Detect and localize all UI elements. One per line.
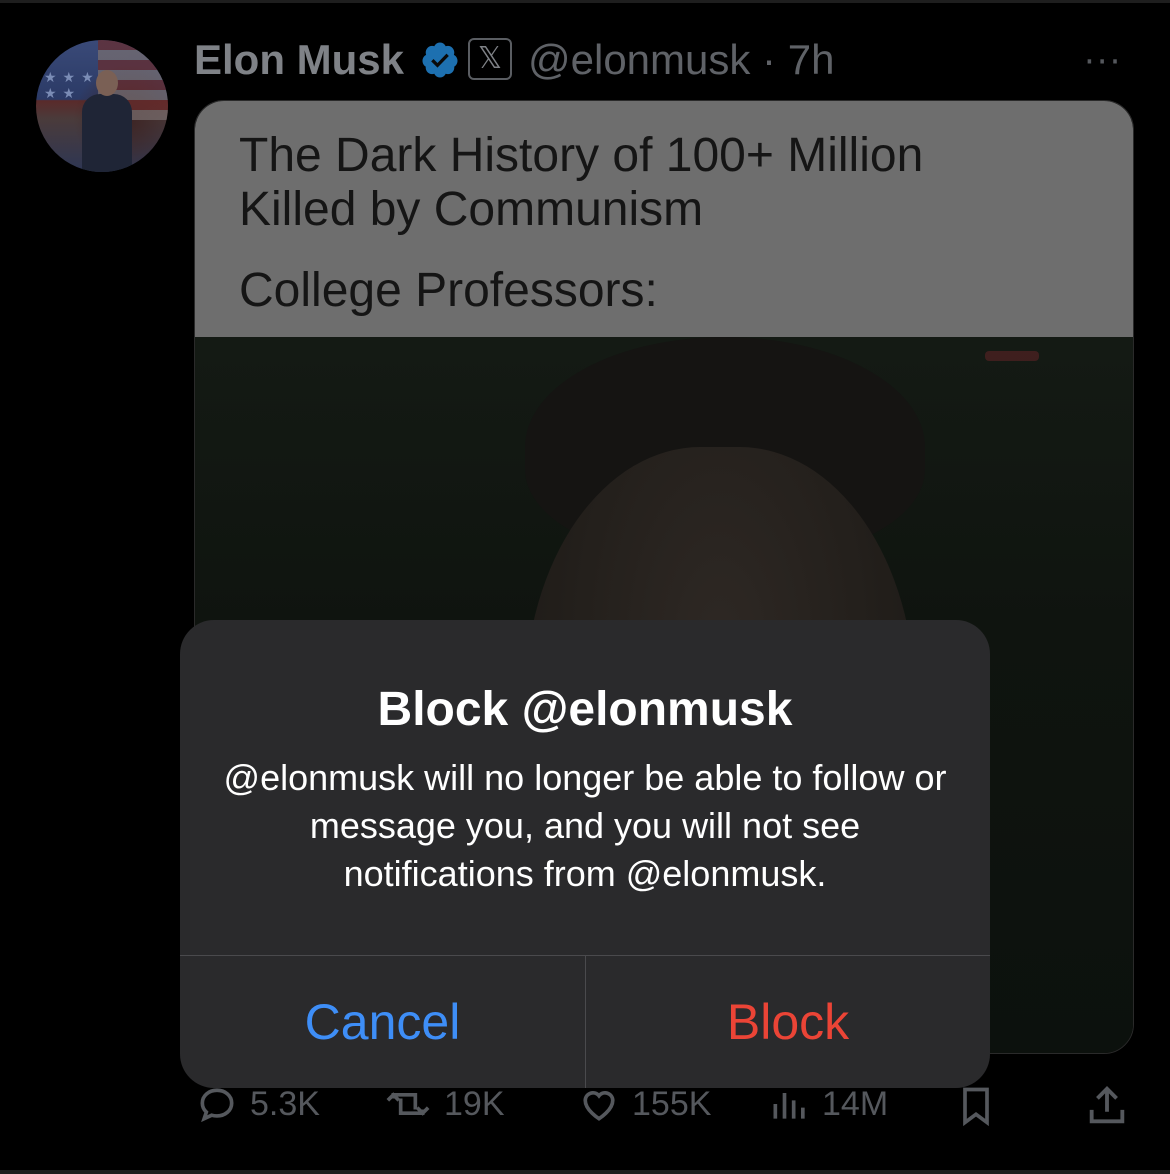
block-button[interactable]: Block (586, 956, 990, 1088)
bottom-divider (0, 1170, 1170, 1174)
block-alert-dialog: Block @elonmusk @elonmusk will no longer… (180, 620, 990, 1088)
alert-title: Block @elonmusk (377, 683, 793, 736)
alert-message: @elonmusk will no longer be able to foll… (223, 757, 947, 894)
cancel-button[interactable]: Cancel (180, 956, 585, 1088)
